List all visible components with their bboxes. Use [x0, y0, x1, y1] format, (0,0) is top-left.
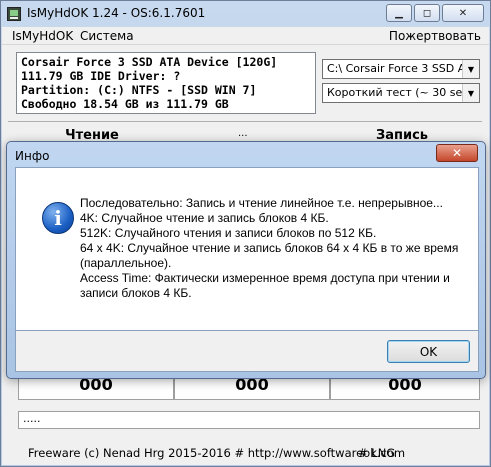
test-mode-value: Короткий тест (~ 30 sec): [327, 86, 473, 99]
info-dialog: Инфо ✕ i Последовательно: Запись и чтени…: [6, 141, 486, 379]
chevron-down-icon[interactable]: ▼: [462, 84, 479, 102]
test-mode-select[interactable]: Короткий тест (~ 30 sec) ▼: [322, 83, 480, 103]
info-icon: i: [42, 202, 74, 234]
divider: [8, 121, 482, 122]
window-title: IsMyHdOK 1.24 - OS:6.1.7601: [27, 6, 206, 20]
message-line: записи блоков 4 КБ.: [80, 286, 192, 300]
message-line: (параллельное).: [80, 256, 172, 270]
column-separator-dots: ...: [238, 128, 248, 139]
dialog-title: Инфо: [15, 149, 50, 163]
minimize-button[interactable]: ▁: [386, 4, 412, 22]
message-line: Access Time: Фактически измеренное время…: [80, 271, 450, 285]
dialog-body: i Последовательно: Запись и чтение линей…: [15, 167, 479, 331]
footer-link[interactable]: Freeware (c) Nenad Hrg 2015-2016 # http:…: [28, 443, 405, 463]
drive-select-value: C:\ Corsair Force 3 SSD ATA: [327, 62, 478, 75]
drive-info-line: 111.79 GB IDE Driver: ?: [21, 69, 181, 83]
menu-ismyhdok[interactable]: IsMyHdOK: [12, 29, 73, 43]
drive-info-line: Свободно 18.54 GB из 111.79 GB: [21, 97, 229, 111]
drive-info-line: Partition: (C:) NTFS - [SSD WIN 7]: [21, 83, 257, 97]
title-bar[interactable]: IsMyHdOK 1.24 - OS:6.1.7601 ▁ ◻ ✕: [1, 1, 490, 27]
message-line: 512K: Случайного чтения и записи блоков …: [80, 226, 377, 240]
progress-status: .....: [18, 411, 480, 429]
drive-info-box: Corsair Force 3 SSD ATA Device [120G] 11…: [16, 52, 316, 114]
footer: Freeware (c) Nenad Hrg 2015-2016 # http:…: [2, 443, 489, 463]
drive-info-line: Corsair Force 3 SSD ATA Device [120G]: [21, 55, 278, 69]
menu-system[interactable]: Система: [80, 29, 134, 43]
ok-button[interactable]: OK: [387, 340, 470, 363]
drive-select[interactable]: C:\ Corsair Force 3 SSD ATA ▼: [322, 59, 480, 79]
maximize-button[interactable]: ◻: [414, 4, 440, 22]
menu-bar: IsMyHdOK Система Пожертвовать: [2, 27, 489, 45]
menu-donate[interactable]: Пожертвовать: [389, 29, 481, 43]
message-line: 4K: Случайное чтение и запись блоков 4 К…: [80, 211, 329, 225]
dialog-footer: OK: [15, 331, 479, 372]
dialog-message: Последовательно: Запись и чтение линейно…: [80, 196, 472, 301]
message-line: Последовательно: Запись и чтение линейно…: [80, 196, 443, 210]
dialog-close-button[interactable]: ✕: [436, 144, 478, 162]
language-link[interactable]: # LNG: [358, 443, 395, 463]
app-icon: [7, 7, 21, 21]
message-line: 64 x 4K: Случайное чтение и запись блоко…: [80, 241, 459, 255]
chevron-down-icon[interactable]: ▼: [462, 60, 479, 78]
close-button[interactable]: ✕: [442, 4, 484, 22]
